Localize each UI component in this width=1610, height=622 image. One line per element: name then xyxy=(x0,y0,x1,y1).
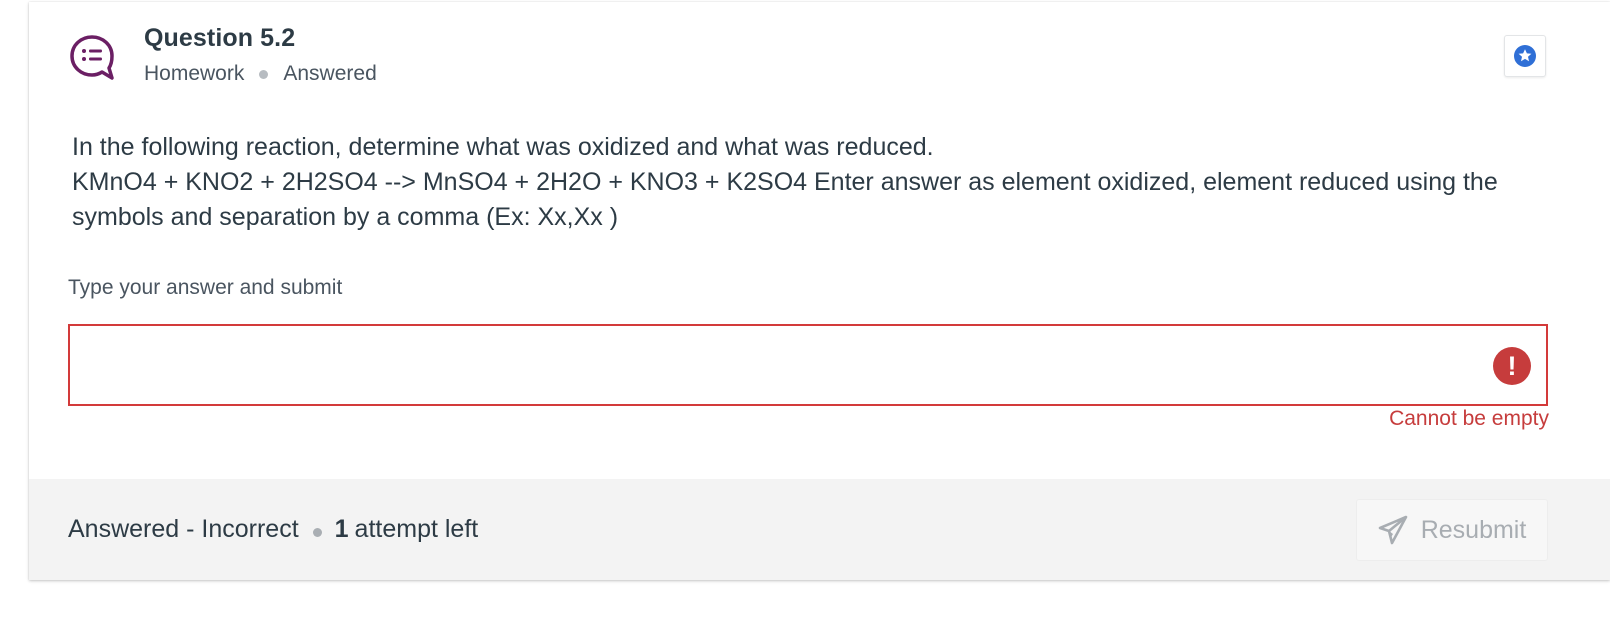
star-badge-icon xyxy=(1514,45,1536,67)
question-title: Question 5.2 xyxy=(144,24,296,52)
question-status: Answered xyxy=(283,62,377,85)
attempts-count: 1 xyxy=(334,515,349,543)
bookmark-button[interactable] xyxy=(1504,35,1546,77)
resubmit-button[interactable]: Resubmit xyxy=(1356,499,1548,561)
answer-status-text: Answered - Incorrect xyxy=(68,515,299,543)
answer-field-wrapper: ! xyxy=(68,324,1548,406)
question-meta: Homework Answered xyxy=(144,62,377,86)
exclamation-icon: ! xyxy=(1493,347,1531,385)
question-type: Homework xyxy=(144,62,245,85)
resubmit-label: Resubmit xyxy=(1420,515,1527,544)
question-text-line2: KMnO4 + KNO2 + 2H2SO4 --> MnSO4 + 2H2O +… xyxy=(72,168,1498,231)
question-card: Question 5.2 Homework Answered In the fo… xyxy=(29,2,1610,580)
question-text-line1: In the following reaction, determine wha… xyxy=(72,133,934,161)
answer-input[interactable] xyxy=(70,326,1546,404)
answer-status: Answered - Incorrect 1 attempt left xyxy=(68,515,478,544)
question-icon xyxy=(69,34,115,80)
question-footer: Answered - Incorrect 1 attempt left Resu… xyxy=(29,479,1610,580)
attempts-text: attempt left xyxy=(354,515,479,543)
separator-dot xyxy=(259,69,269,79)
separator-dot xyxy=(312,528,322,537)
paper-plane-icon xyxy=(1378,515,1408,545)
answer-label: Type your answer and submit xyxy=(68,276,343,299)
question-body: In the following reaction, determine wha… xyxy=(72,130,1512,235)
validation-error: Cannot be empty xyxy=(1389,407,1549,430)
